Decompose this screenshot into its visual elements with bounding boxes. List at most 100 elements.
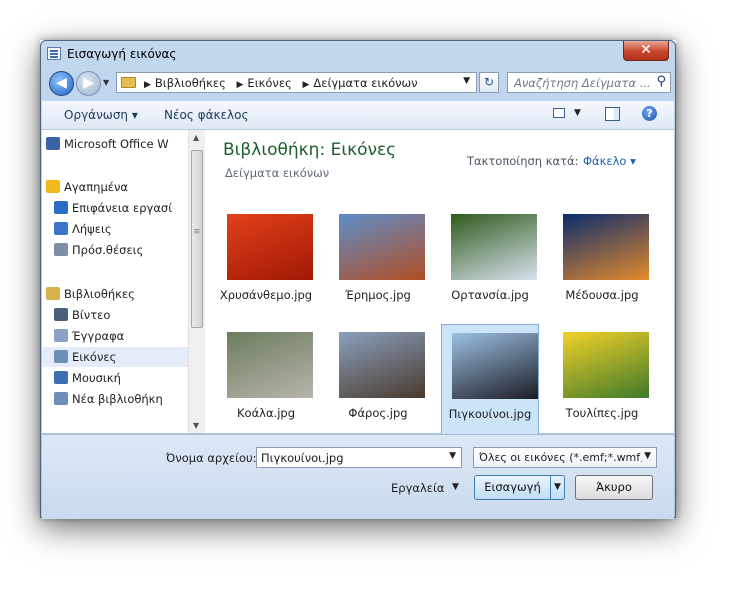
sidebar-item-label: Microsoft Office W	[64, 137, 169, 151]
search-placeholder: Αναζήτηση Δείγματα ...	[514, 76, 651, 90]
address-row: ◀ ▶ ▼ ▶ Βιβλιοθήκες ▶ Εικόνες ▶ Δείγματα ει…	[41, 68, 675, 98]
search-icon: ⚲	[656, 74, 666, 89]
dialog-footer: Όνομα αρχείου: Πιγκουίνοι.jpg ▼ Όλες οι …	[42, 434, 674, 519]
sidebar-item-label: Βιβλιοθήκες	[64, 287, 135, 301]
breadcrumb-item[interactable]: Βιβλιοθήκες	[155, 76, 226, 90]
filename-field[interactable]: Πιγκουίνοι.jpg ▼	[256, 447, 462, 468]
navigation-scrollbar[interactable]: ▲ ≡ ▼	[188, 130, 205, 433]
sidebar-item-label: Λήψεις	[72, 222, 112, 236]
file-type-dropdown-icon[interactable]: ▼	[641, 451, 651, 461]
file-name: Ορτανσία.jpg	[451, 288, 529, 302]
breadcrumb-item[interactable]: Εικόνες	[247, 76, 291, 90]
scroll-thumb[interactable]	[191, 150, 203, 328]
insert-options-dropdown[interactable]: ▼	[550, 475, 565, 500]
sidebar-item[interactable]: Βίντεο	[42, 305, 188, 325]
close-button[interactable]: ✕	[623, 41, 669, 61]
help-icon[interactable]: ?	[642, 106, 657, 121]
file-list: Βιβλιοθήκη: Εικόνες Δείγματα εικόνων Τακ…	[205, 130, 674, 441]
tools-dropdown-icon[interactable]: ▼	[452, 482, 459, 492]
tools-menu[interactable]: Εργαλεία	[391, 481, 444, 495]
sidebar-item[interactable]: Επιφάνεια εργασί	[42, 198, 188, 218]
filename-label: Όνομα αρχείου:	[166, 451, 257, 465]
sidebar-item[interactable]: Βιβλιοθήκες	[42, 284, 188, 304]
documents-icon	[54, 329, 68, 342]
cancel-button[interactable]: Άκυρο	[575, 475, 653, 500]
sidebar-item[interactable]: Εικόνες	[42, 347, 188, 367]
filename-value: Πιγκουίνοι.jpg	[261, 451, 344, 465]
arrange-by-dropdown[interactable]: Φάκελο ▾	[583, 154, 636, 168]
dialog-icon	[47, 47, 61, 60]
file-name: Φάρος.jpg	[348, 406, 408, 420]
sidebar-item[interactable]: Λήψεις	[42, 219, 188, 239]
file-name: Πιγκουίνοι.jpg	[448, 407, 532, 421]
title-bar: Εισαγωγή εικόνας ✕	[41, 41, 675, 67]
navigation-pane: Microsoft Office W Αγαπημένα Επιφάνεια εργ…	[42, 130, 188, 433]
sidebar-item-label: Εικόνες	[72, 350, 117, 364]
file-thumbnail[interactable]: Τουλίπες.jpg	[553, 324, 651, 441]
new-folder-button[interactable]: Νέος φάκελος	[164, 108, 249, 122]
change-view-icon[interactable]	[553, 108, 565, 118]
library-title: Βιβλιοθήκη: Εικόνες	[223, 140, 397, 160]
file-thumbnail[interactable]: Πιγκουίνοι.jpg	[441, 324, 539, 441]
image-preview	[339, 214, 425, 280]
organize-menu[interactable]: Οργάνωση ▾	[64, 108, 138, 122]
insert-picture-dialog: Εισαγωγή εικόνας ✕ ◀ ▶ ▼ ▶ Βιβλιοθήκες ▶ Ε…	[40, 40, 676, 519]
image-preview	[227, 214, 313, 280]
arrange-by-label: Τακτοποίηση κατά:	[467, 154, 579, 168]
file-name: Τουλίπες.jpg	[565, 406, 639, 420]
file-thumbnail[interactable]: Μέδουσα.jpg	[553, 206, 651, 323]
sidebar-item-label: Νέα βιβλιοθήκη	[72, 392, 163, 406]
image-preview	[339, 332, 425, 398]
sidebar-item-label: Έγγραφα	[72, 329, 125, 343]
sidebar-item-label: Μουσική	[72, 371, 121, 385]
libraries-icon	[46, 287, 60, 300]
address-bar[interactable]: ▶ Βιβλιοθήκες ▶ Εικόνες ▶ Δείγματα εικόνων …	[116, 72, 477, 93]
sidebar-item-label: Επιφάνεια εργασί	[72, 201, 173, 215]
scroll-up-icon[interactable]: ▲	[193, 133, 199, 142]
recent-pages-chevron-icon[interactable]: ▼	[103, 78, 109, 87]
sidebar-item[interactable]: Πρόσ.θέσεις	[42, 240, 188, 260]
preview-pane-icon[interactable]	[605, 107, 620, 121]
sidebar-item-label: Πρόσ.θέσεις	[72, 243, 144, 257]
grip-icon: ≡	[193, 227, 201, 237]
sidebar-item[interactable]: Έγγραφα	[42, 326, 188, 346]
sidebar-item[interactable]: Μουσική	[42, 368, 188, 388]
folder-icon	[121, 77, 136, 88]
sidebar-item-label: Βίντεο	[72, 308, 111, 322]
view-dropdown-icon[interactable]: ▼	[574, 108, 581, 118]
sidebar-item-label: Αγαπημένα	[64, 180, 129, 194]
sidebar-item[interactable]: Αγαπημένα	[42, 177, 188, 197]
breadcrumb: ▶ Βιβλιοθήκες ▶ Εικόνες ▶ Δείγματα εικόνων	[144, 76, 418, 90]
image-preview	[563, 214, 649, 280]
file-thumbnail[interactable]: Έρημος.jpg	[329, 206, 427, 323]
command-bar: Οργάνωση ▾ Νέος φάκελος ▼ ?	[42, 101, 674, 130]
insert-button[interactable]: Εισαγωγή	[474, 475, 550, 500]
recent-places-icon	[54, 243, 68, 256]
video-icon	[54, 308, 68, 321]
scroll-down-icon[interactable]: ▼	[193, 421, 199, 430]
desktop-icon	[54, 201, 68, 214]
filename-dropdown-icon[interactable]: ▼	[449, 451, 456, 461]
office-icon	[46, 137, 60, 150]
refresh-button[interactable]: ↻	[479, 72, 499, 93]
file-thumbnail[interactable]: Ορτανσία.jpg	[441, 206, 539, 323]
sidebar-item[interactable]: Microsoft Office W	[42, 134, 188, 154]
forward-button[interactable]: ▶	[76, 71, 101, 96]
breadcrumb-item[interactable]: Δείγματα εικόνων	[313, 76, 417, 90]
library-subtitle: Δείγματα εικόνων	[225, 166, 330, 180]
file-type-filter[interactable]: Όλες οι εικόνες (*.emf;*.wmf;* ▼	[473, 447, 657, 468]
sidebar-item[interactable]: Νέα βιβλιοθήκη	[42, 389, 188, 409]
file-name: Κοάλα.jpg	[237, 406, 295, 420]
address-dropdown-icon[interactable]: ▼	[463, 76, 470, 86]
image-preview	[451, 214, 537, 280]
back-button[interactable]: ◀	[49, 71, 74, 96]
file-thumbnail[interactable]: Χρυσάνθεμο.jpg	[217, 206, 315, 323]
image-preview	[452, 333, 538, 399]
file-name: Χρυσάνθεμο.jpg	[219, 288, 313, 302]
file-thumbnail[interactable]: Κοάλα.jpg	[217, 324, 315, 441]
file-name: Έρημος.jpg	[345, 288, 411, 302]
image-preview	[563, 332, 649, 398]
file-name: Μέδουσα.jpg	[565, 288, 639, 302]
file-thumbnail[interactable]: Φάρος.jpg	[329, 324, 427, 441]
search-input[interactable]: Αναζήτηση Δείγματα ... ⚲	[507, 72, 671, 93]
